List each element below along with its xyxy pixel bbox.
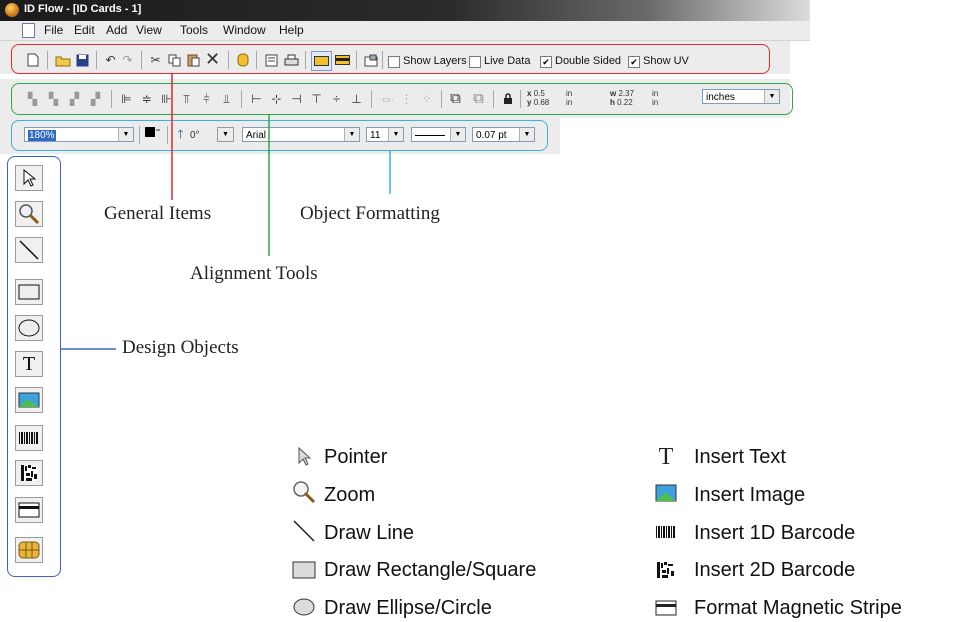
text-icon: T — [22, 352, 36, 375]
image-icon — [654, 481, 678, 505]
zoom-icon — [292, 480, 316, 504]
image-tool-button[interactable] — [15, 387, 43, 413]
line-tool-button[interactable] — [15, 237, 43, 263]
object-formatting-callout: Object Formatting — [300, 203, 440, 224]
text-icon: T — [658, 443, 674, 470]
legend-label-insert-text: Insert Text — [694, 446, 786, 468]
magstripe-tool-button[interactable] — [15, 497, 43, 523]
pointer-tool-button[interactable] — [15, 165, 43, 191]
magstripe-icon — [18, 502, 40, 518]
barcode-1d-icon — [654, 520, 678, 544]
rectangle-icon — [18, 284, 40, 300]
legend-label-format-magnetic-stripe: Format Magnetic Stripe — [694, 597, 902, 619]
zoom-icon — [19, 204, 40, 225]
barcode-1d-tool-button[interactable] — [15, 425, 43, 451]
pointer-icon — [23, 169, 36, 187]
legend-label-draw-line: Draw Line — [324, 522, 415, 544]
pointer-icon — [292, 445, 316, 469]
legend-label-pointer: Pointer — [324, 446, 388, 468]
design-objects-callout: Design Objects — [122, 337, 239, 358]
ellipse-icon — [18, 319, 40, 337]
line-icon — [292, 519, 316, 543]
text-tool-button[interactable]: T — [15, 351, 43, 377]
barcode-2d-icon — [21, 465, 37, 481]
image-icon — [18, 392, 40, 408]
smartcard-chip-tool-button[interactable] — [15, 537, 43, 563]
general-items-callout: General Items — [104, 203, 212, 224]
zoom-tool-button[interactable] — [15, 201, 43, 227]
rectangle-icon — [292, 558, 316, 582]
legend-label-draw-rectangle: Draw Rectangle/Square — [324, 559, 537, 581]
ellipse-icon — [292, 595, 316, 619]
legend-label-insert-image: Insert Image — [694, 484, 806, 506]
line-icon — [19, 240, 39, 260]
legend-label-insert-2d-barcode: Insert 2D Barcode — [694, 559, 856, 581]
smartcard-chip-icon — [18, 541, 40, 559]
barcode-1d-icon — [19, 432, 38, 444]
rectangle-tool-button[interactable] — [15, 279, 43, 305]
barcode-2d-icon — [654, 558, 678, 582]
ellipse-tool-button[interactable] — [15, 315, 43, 341]
legend-label-insert-1d-barcode: Insert 1D Barcode — [694, 522, 856, 544]
barcode-2d-tool-button[interactable] — [15, 460, 43, 486]
legend-label-zoom: Zoom — [324, 484, 376, 506]
magstripe-icon — [654, 596, 678, 620]
legend-label-draw-ellipse: Draw Ellipse/Circle — [324, 597, 492, 619]
alignment-tools-callout: Alignment Tools — [190, 263, 318, 284]
